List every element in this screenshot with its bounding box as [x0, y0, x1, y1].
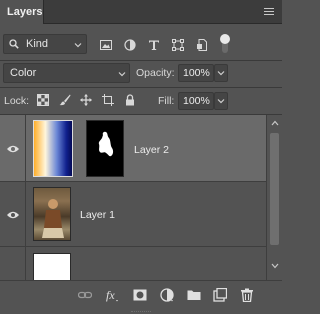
layer-thumbnail-white[interactable] [33, 253, 71, 280]
fill-dropdown-button[interactable] [214, 92, 228, 110]
link-icon[interactable] [78, 288, 92, 302]
divider [0, 87, 282, 88]
divider [0, 60, 282, 61]
filter-row: Kind [0, 30, 282, 60]
lock-all-padlock-icon[interactable] [124, 94, 136, 106]
scroll-down-icon[interactable] [271, 263, 279, 269]
chevron-down-icon [217, 99, 225, 104]
smart-object-filter-icon[interactable] [196, 39, 208, 51]
tab-layers[interactable]: Layers [0, 0, 44, 24]
eye-icon[interactable] [6, 210, 20, 220]
filter-kind-label: Kind [26, 38, 49, 50]
chevron-down-icon [118, 72, 126, 77]
layer-thumbnail-photo[interactable] [33, 187, 71, 241]
search-icon [9, 39, 19, 49]
lock-image-pixels-brush-icon[interactable] [59, 94, 71, 106]
layer-mask-thumbnail[interactable] [86, 120, 124, 177]
opacity-input[interactable]: 100% [178, 64, 214, 82]
layers-panel: Layers Kind Color Opacity: 100% Lock: Fi… [0, 0, 282, 314]
fill-label: Fill: [158, 95, 175, 107]
blend-mode-select[interactable]: Color [3, 63, 130, 83]
scroll-up-icon[interactable] [271, 120, 279, 126]
filter-toggle-switch[interactable] [220, 34, 230, 54]
lock-artboard-icon[interactable] [102, 94, 114, 106]
visibility-column [0, 182, 26, 246]
layer-row-partial[interactable] [0, 247, 266, 280]
layer-thumbnail-gradient[interactable] [33, 120, 73, 177]
visibility-column [0, 115, 26, 181]
photo-subject-shape [42, 199, 64, 238]
blend-mode-value: Color [10, 67, 37, 79]
layer-row-layer-1[interactable]: Layer 1 [0, 182, 266, 247]
pixel-filter-icon[interactable] [100, 39, 112, 51]
mask-silhouette-shape [98, 131, 114, 157]
mask-icon[interactable] [133, 288, 147, 302]
group-folder-icon[interactable] [187, 288, 201, 302]
layers-footer-toolbar: fx [0, 280, 282, 314]
layer-row-layer-2[interactable]: Layer 2 [0, 115, 266, 182]
opacity-label: Opacity: [136, 67, 175, 79]
opacity-value: 100% [183, 67, 210, 79]
layers-scrollbar[interactable] [266, 115, 282, 280]
panel-menu-icon[interactable] [264, 8, 274, 16]
visibility-column [0, 247, 26, 280]
fill-value: 100% [183, 95, 210, 107]
fill-input[interactable]: 100% [178, 92, 214, 110]
svg-text:fx: fx [106, 288, 115, 302]
trash-icon[interactable] [240, 288, 254, 302]
adjustment-filter-icon[interactable] [124, 39, 136, 51]
tab-bar: Layers [0, 0, 282, 24]
lock-label: Lock: [4, 95, 30, 107]
new-layer-icon[interactable] [213, 288, 227, 302]
adjustment-icon[interactable] [160, 288, 174, 302]
type-filter-icon[interactable] [148, 39, 160, 51]
lock-transparent-pixels-icon[interactable] [37, 94, 49, 106]
fx-icon[interactable]: fx [105, 288, 119, 302]
opacity-dropdown-button[interactable] [214, 64, 228, 82]
scroll-thumb[interactable] [270, 133, 279, 245]
layer-name[interactable]: Layer 2 [134, 144, 169, 156]
lock-position-move-icon[interactable] [80, 94, 92, 106]
layers-list: Layer 2 Layer 1 [0, 115, 266, 280]
shape-filter-icon[interactable] [172, 39, 184, 51]
eye-icon[interactable] [6, 144, 20, 154]
layer-name[interactable]: Layer 1 [80, 209, 115, 221]
chevron-down-icon [74, 43, 82, 48]
filter-kind-select[interactable]: Kind [3, 34, 87, 54]
chevron-down-icon [217, 71, 225, 76]
